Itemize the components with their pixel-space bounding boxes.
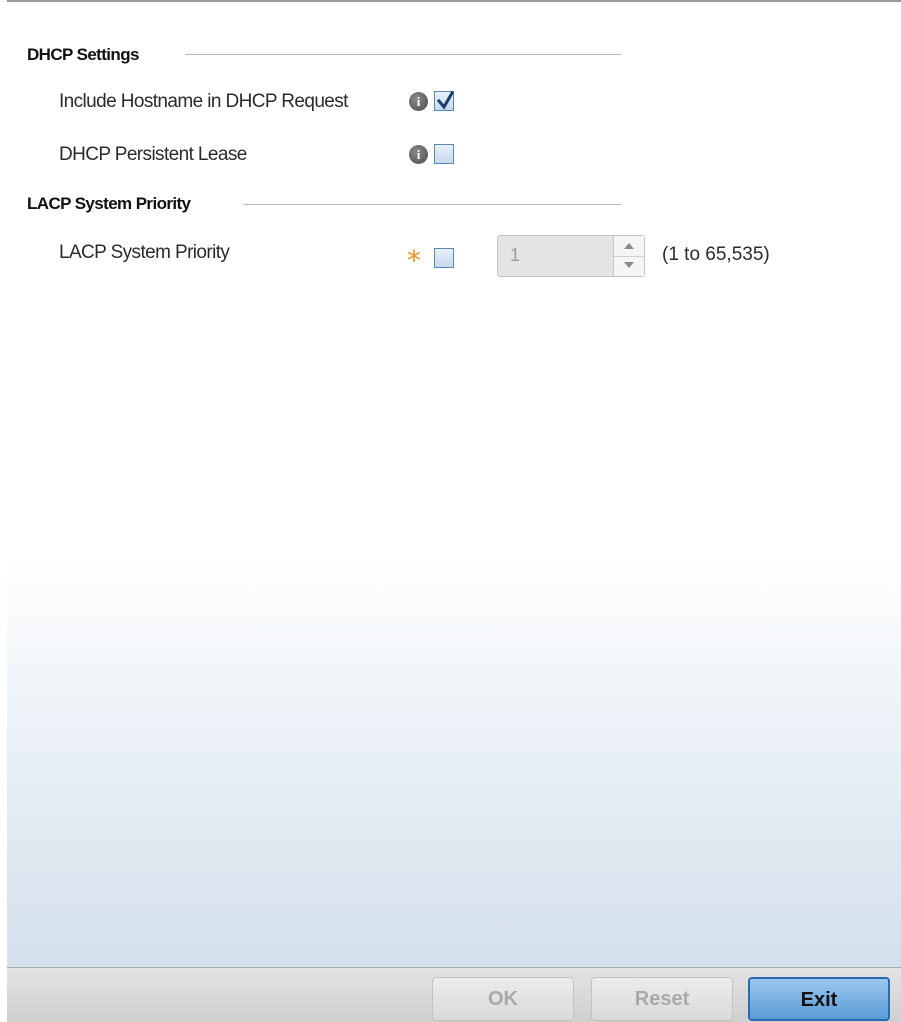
lacp-priority-value: 1 [510, 245, 521, 265]
info-icon[interactable]: i [409, 92, 428, 111]
persistent-lease-checkbox[interactable] [434, 144, 454, 164]
include-hostname-checkbox[interactable] [434, 91, 455, 111]
dhcp-section-divider [185, 54, 621, 55]
dhcp-settings-title: DHCP Settings [27, 45, 139, 64]
lacp-priority-header: LACP System Priority [27, 194, 191, 214]
persistent-lease-label: DHCP Persistent Lease [59, 144, 247, 165]
lacp-priority-stepper[interactable]: 1 [497, 235, 645, 277]
checkmark-icon [436, 91, 455, 110]
info-icon[interactable]: i [409, 145, 428, 164]
stepper-up-button[interactable] [614, 236, 644, 257]
chevron-up-icon [624, 243, 634, 249]
stepper-down-button[interactable] [614, 256, 644, 276]
settings-panel: DHCP Settings Include Hostname in DHCP R… [7, 0, 901, 1022]
lacp-priority-label: LACP System Priority [59, 242, 230, 263]
reset-button[interactable]: Reset [591, 977, 733, 1021]
include-hostname-label: Include Hostname in DHCP Request [59, 91, 348, 112]
ok-button[interactable]: OK [432, 977, 574, 1021]
dhcp-settings-header: DHCP Settings [27, 45, 139, 65]
lacp-section-divider [244, 204, 621, 205]
lacp-priority-range: (1 to 65,535) [662, 244, 770, 265]
lacp-priority-title: LACP System Priority [27, 194, 191, 213]
chevron-down-icon [624, 262, 634, 268]
footer-bar: OK Reset Exit [7, 967, 901, 1022]
exit-button[interactable]: Exit [748, 977, 890, 1021]
asterisk-icon: * [407, 244, 421, 277]
stepper-buttons [613, 236, 644, 276]
lacp-priority-enable-checkbox[interactable] [434, 248, 454, 268]
